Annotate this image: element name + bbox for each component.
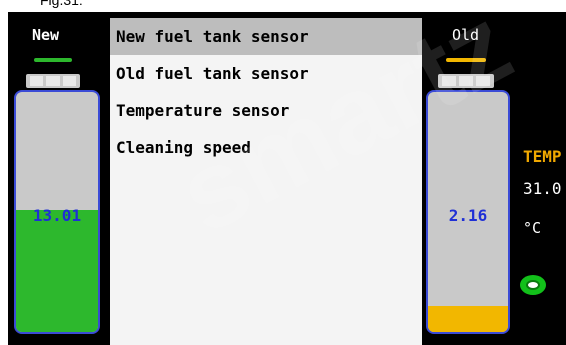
temp-unit: °C: [523, 219, 542, 237]
device-screen: New 13.01 New fuel tank sensor Old fuel …: [8, 12, 566, 345]
gear-icon: [520, 275, 546, 295]
new-tank-indicator: [34, 58, 72, 62]
sensor-menu: New fuel tank sensor Old fuel tank senso…: [110, 18, 422, 345]
new-tank-cap: [26, 74, 80, 88]
menu-item-cleaning-speed[interactable]: Cleaning speed: [110, 129, 422, 166]
menu-item-temperature-sensor[interactable]: Temperature sensor: [110, 92, 422, 129]
old-tank-indicator: [446, 58, 486, 62]
figure-caption: Fig.31:: [40, 0, 83, 8]
new-tank-fill: [16, 209, 98, 332]
temp-label: TEMP: [523, 147, 562, 166]
old-tank-title: Old: [452, 26, 480, 44]
old-fuel-tank-gauge: 2.16: [426, 90, 510, 334]
old-tank-value: 2.16: [448, 206, 488, 225]
old-tank-fill: [428, 305, 508, 332]
new-fuel-tank-gauge: 13.01: [14, 90, 100, 334]
old-tank-cap: [438, 74, 494, 88]
menu-item-new-fuel-tank-sensor[interactable]: New fuel tank sensor: [110, 18, 422, 55]
new-tank-title: New: [32, 26, 60, 44]
temp-value: 31.0: [523, 179, 562, 198]
menu-item-old-fuel-tank-sensor[interactable]: Old fuel tank sensor: [110, 55, 422, 92]
new-tank-value: 13.01: [32, 206, 82, 225]
